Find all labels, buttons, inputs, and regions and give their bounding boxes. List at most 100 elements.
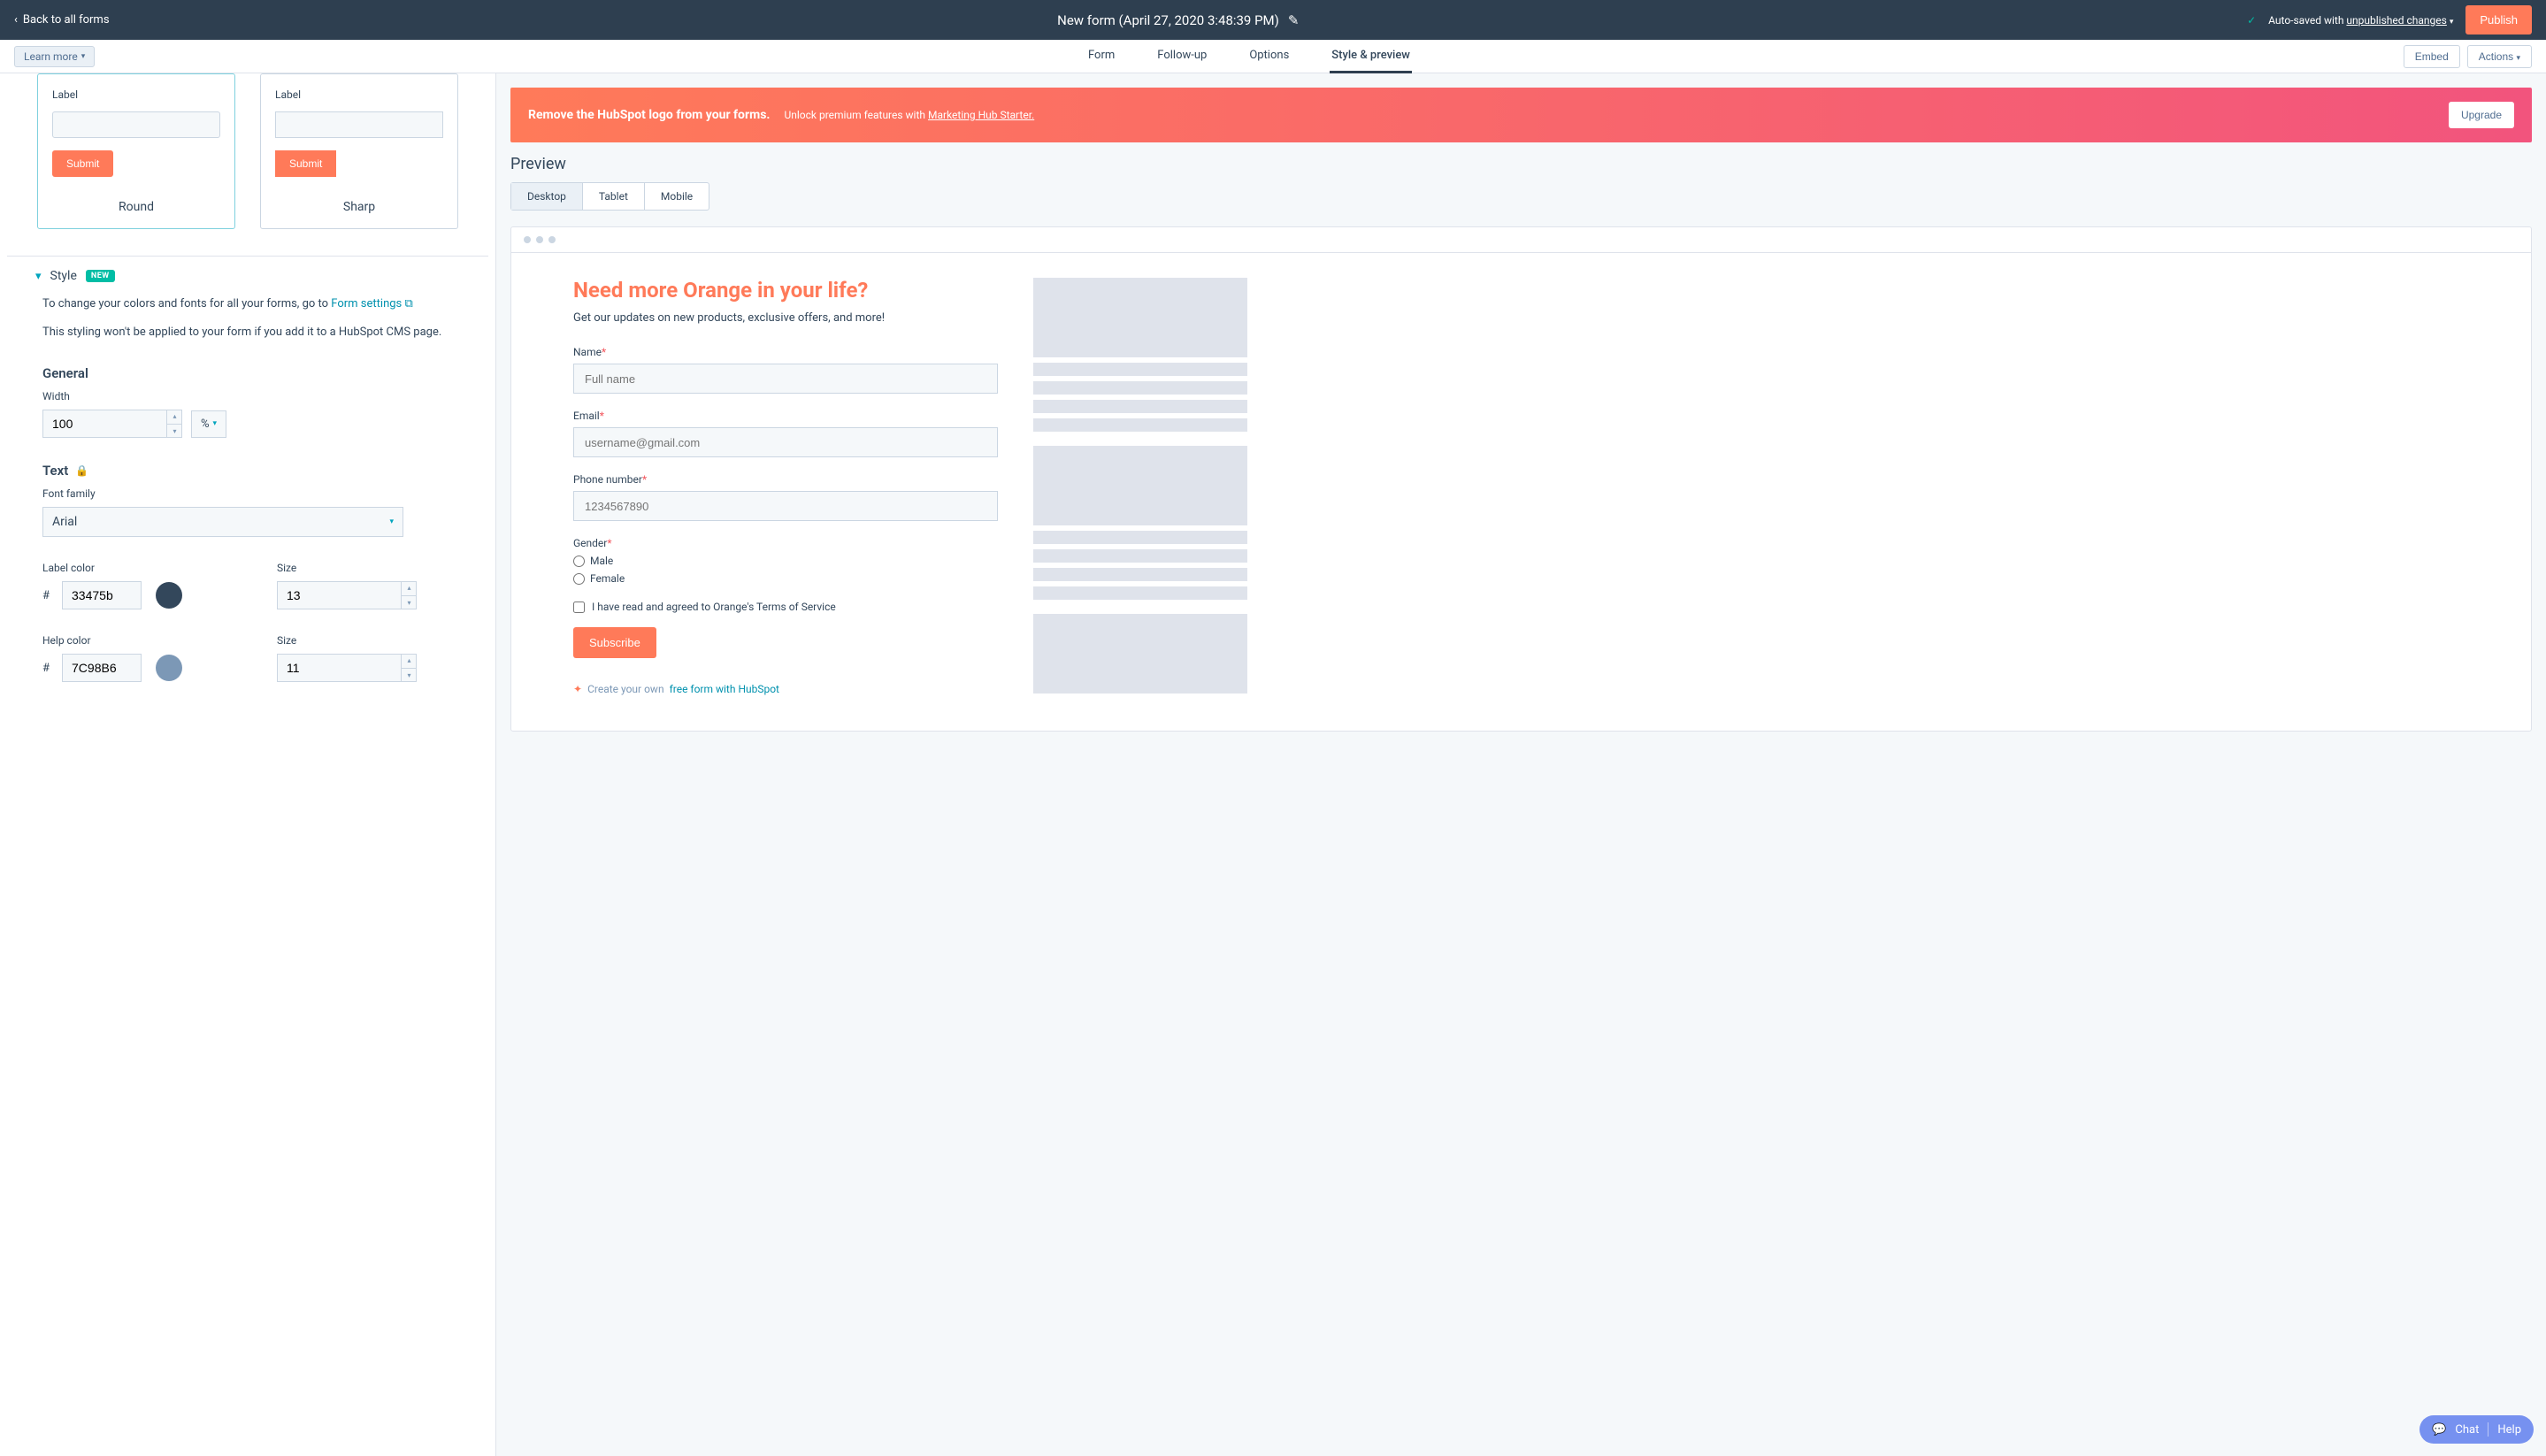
hubspot-credit: ✦ Create your own free form with HubSpot: [573, 683, 998, 695]
shape-label: Label: [275, 88, 443, 101]
label-color-label: Label color: [42, 562, 219, 574]
external-link-icon: ⧉: [405, 297, 413, 310]
tab-form[interactable]: Form: [1086, 40, 1116, 73]
frame-header: [511, 227, 2531, 253]
hash-prefix: #: [42, 589, 50, 602]
window-dot-icon: [524, 236, 531, 243]
label-size-label: Size: [277, 562, 453, 574]
tab-follow-up[interactable]: Follow-up: [1155, 40, 1208, 73]
help-size-label: Size: [277, 634, 453, 647]
name-field-label: Name*: [573, 346, 998, 358]
chat-widget[interactable]: 💬 Chat Help: [2419, 1415, 2534, 1444]
banner-subtitle: Unlock premium features with Marketing H…: [784, 109, 1034, 121]
skeleton-line: [1033, 381, 1247, 395]
shape-option-sharp[interactable]: Label Submit Sharp: [260, 73, 458, 229]
help-color-swatch[interactable]: [156, 655, 182, 681]
autosave-status[interactable]: Auto-saved with unpublished changes ▾: [2268, 14, 2453, 27]
hubspot-credit-link[interactable]: free form with HubSpot: [670, 683, 779, 695]
back-to-forms-link[interactable]: ‹ Back to all forms: [14, 13, 110, 27]
shape-sample-submit: Submit: [275, 150, 336, 177]
chevron-down-icon[interactable]: ▾: [402, 596, 417, 610]
learn-more-button[interactable]: Learn more ▾: [14, 46, 95, 67]
tab-style-preview[interactable]: Style & preview: [1330, 40, 1412, 73]
gender-male-radio[interactable]: [573, 556, 585, 567]
tab-options[interactable]: Options: [1247, 40, 1291, 73]
edit-title-icon[interactable]: ✎: [1288, 12, 1300, 28]
device-tab-tablet[interactable]: Tablet: [583, 183, 645, 210]
font-family-label: Font family: [42, 487, 453, 500]
skeleton-line: [1033, 549, 1247, 563]
width-unit-select[interactable]: % ▾: [191, 410, 226, 438]
label-size-stepper[interactable]: ▴ ▾: [401, 581, 417, 609]
subscribe-button[interactable]: Subscribe: [573, 627, 656, 658]
shape-label: Label: [52, 88, 220, 101]
width-stepper[interactable]: ▴ ▾: [166, 410, 182, 438]
window-dot-icon: [548, 236, 556, 243]
help-size-stepper[interactable]: ▴ ▾: [401, 654, 417, 682]
shape-sample-input: [52, 111, 220, 138]
terms-label: I have read and agreed to Orange's Terms…: [592, 601, 836, 613]
chevron-down-icon[interactable]: ▾: [167, 425, 182, 439]
skeleton-block: [1033, 446, 1247, 525]
skeleton-line: [1033, 418, 1247, 432]
label-color-swatch[interactable]: [156, 582, 182, 609]
window-dot-icon: [536, 236, 543, 243]
skeleton-line: [1033, 400, 1247, 413]
shape-name-sharp: Sharp: [275, 200, 443, 214]
actions-button[interactable]: Actions ▾: [2467, 45, 2532, 68]
caret-down-icon: ▾: [389, 517, 394, 526]
new-badge: NEW: [86, 270, 115, 282]
phone-field-label: Phone number*: [573, 473, 998, 486]
chevron-up-icon[interactable]: ▴: [402, 581, 417, 596]
gender-female-radio[interactable]: [573, 573, 585, 585]
label-color-input[interactable]: [62, 581, 142, 609]
label-size-input[interactable]: [277, 581, 417, 609]
caret-down-icon: ▾: [2450, 18, 2454, 27]
skeleton-block: [1033, 278, 1247, 357]
chevron-down-icon[interactable]: ▾: [402, 669, 417, 683]
phone-input[interactable]: [573, 491, 998, 521]
help-label: Help: [2497, 1423, 2521, 1437]
shape-name-round: Round: [52, 200, 220, 214]
form-settings-link[interactable]: Form settings ⧉: [331, 297, 413, 310]
upgrade-button[interactable]: Upgrade: [2449, 102, 2514, 128]
device-tab-desktop[interactable]: Desktop: [511, 183, 583, 210]
help-color-input[interactable]: [62, 654, 142, 682]
width-label: Width: [42, 390, 453, 402]
shape-sample-submit: Submit: [52, 150, 113, 177]
marketing-hub-link[interactable]: Marketing Hub Starter.: [928, 109, 1034, 121]
email-field-label: Email*: [573, 410, 998, 422]
help-size-input[interactable]: [277, 654, 417, 682]
hubspot-sprocket-icon: ✦: [573, 683, 582, 695]
preview-panel: Remove the HubSpot logo from your forms.…: [496, 73, 2546, 1456]
gender-field-label: Gender*: [573, 537, 998, 549]
general-heading: General: [42, 365, 453, 381]
help-color-label: Help color: [42, 634, 219, 647]
shape-option-round[interactable]: Label Submit Round: [37, 73, 235, 229]
caret-down-icon: ▾: [2516, 53, 2520, 62]
email-input[interactable]: [573, 427, 998, 457]
chevron-up-icon[interactable]: ▴: [402, 654, 417, 669]
width-input[interactable]: [42, 410, 182, 438]
chat-icon: 💬: [2432, 1423, 2446, 1437]
embed-button[interactable]: Embed: [2404, 45, 2460, 68]
form-title: Need more Orange in your life?: [573, 278, 998, 303]
caret-down-icon: ▾: [213, 419, 218, 428]
publish-button[interactable]: Publish: [2465, 5, 2532, 34]
font-family-select[interactable]: Arial ▾: [42, 507, 403, 537]
style-section-toggle[interactable]: ▾ Style NEW: [7, 257, 488, 295]
chevron-up-icon[interactable]: ▴: [167, 410, 182, 425]
chevron-left-icon: ‹: [14, 13, 18, 27]
skeleton-line: [1033, 568, 1247, 581]
preview-frame: Need more Orange in your life? Get our u…: [510, 226, 2532, 732]
terms-checkbox[interactable]: [573, 602, 585, 613]
settings-panel: Label Submit Round Label Submit Sharp ▾ …: [0, 73, 496, 1456]
preview-heading: Preview: [510, 155, 2532, 173]
caret-down-icon: ▾: [81, 52, 86, 61]
page-title: New form (April 27, 2020 3:48:39 PM): [1057, 12, 1279, 28]
chat-label: Chat: [2455, 1423, 2479, 1437]
device-tab-mobile[interactable]: Mobile: [645, 183, 709, 210]
name-input[interactable]: [573, 364, 998, 394]
lock-icon: 🔒: [75, 464, 88, 477]
banner-title: Remove the HubSpot logo from your forms.: [528, 108, 770, 122]
